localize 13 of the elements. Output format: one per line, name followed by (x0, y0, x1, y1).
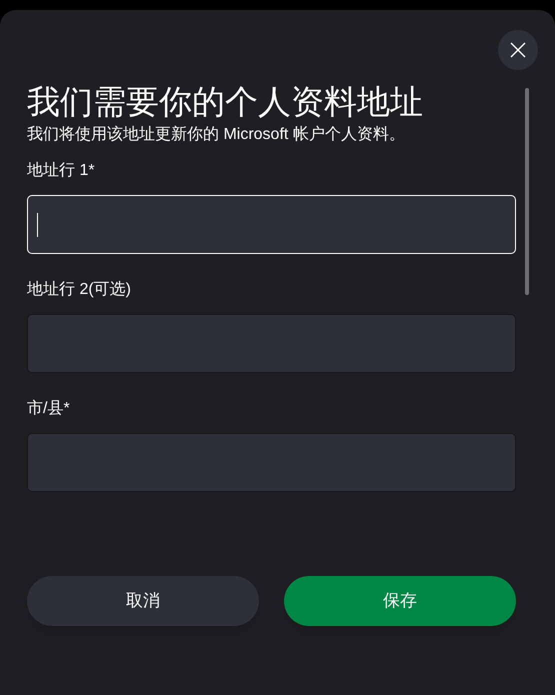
field-label: 市/县* (27, 398, 71, 419)
scrollbar[interactable] (525, 88, 529, 295)
input-field[interactable] (27, 314, 516, 373)
dialog-subtitle: 我们将使用该地址更新你的 Microsoft 帐户个人资料。 (27, 124, 406, 145)
dialog-title: 我们需要你的个人资料地址 (27, 82, 424, 122)
field-label: 地址行 1* (27, 160, 96, 181)
close-button[interactable] (498, 30, 538, 70)
cancel-button[interactable]: 取消 (27, 576, 259, 626)
input-field[interactable] (27, 433, 516, 492)
field-label: 地址行 2(可选) (27, 280, 132, 300)
text-caret (37, 212, 38, 236)
save-button[interactable]: 保存 (284, 576, 516, 626)
close-icon (510, 42, 526, 58)
